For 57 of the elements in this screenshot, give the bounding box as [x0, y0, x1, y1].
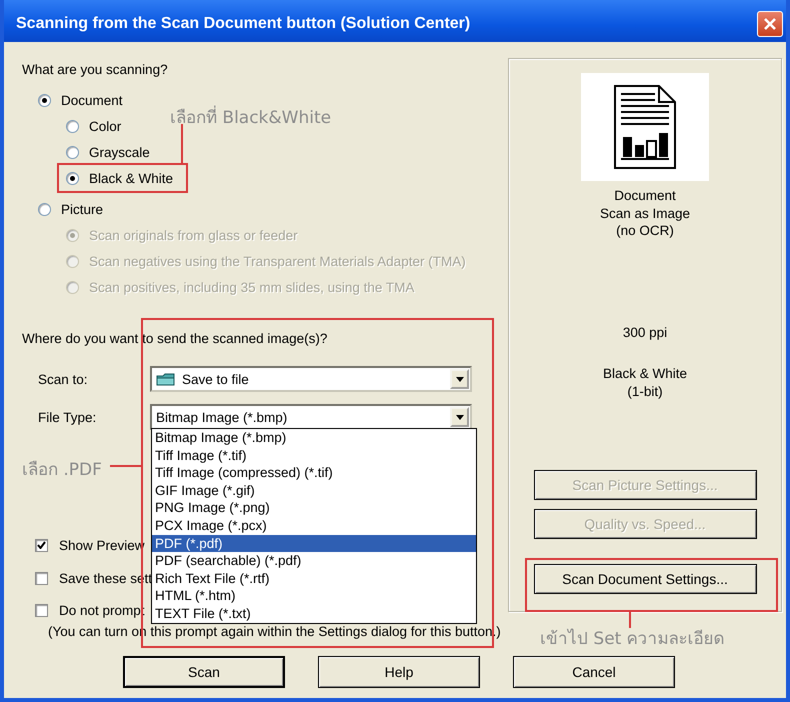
dialog-button[interactable]: Cancel [513, 656, 675, 688]
dropdown-button[interactable] [450, 407, 469, 427]
dialog-button[interactable]: Help [318, 656, 480, 688]
settings-button[interactable]: Scan Document Settings... [534, 564, 756, 594]
annotation-text: เลือกที่ Black&White [170, 103, 332, 130]
close-button[interactable] [757, 11, 783, 37]
radio-button[interactable] [66, 120, 79, 132]
dropdown-option[interactable]: TEXT File (*.txt) [152, 604, 476, 623]
leader-line [629, 612, 631, 628]
radio-button[interactable] [38, 94, 51, 106]
window-title: Scanning from the Scan Document button (Solution Center) [16, 15, 470, 33]
scan-to-dropdown[interactable]: Save to file [150, 366, 472, 392]
annotation-text: เข้าไป Set ความละเอียด [540, 628, 725, 651]
annotation-text: เลือก .PDF [22, 459, 102, 482]
radio-button[interactable] [38, 202, 51, 216]
summary-text: (no OCR) [615, 222, 675, 240]
radio-label[interactable]: Document [61, 92, 123, 108]
radio-label: Scan positives, including 35 mm slides, using the TMA [89, 280, 414, 294]
field-label: File Type: [37, 410, 98, 424]
color-mode-text: Black & White [602, 365, 688, 382]
radio-label: Scan negatives using the Transparent Materials Adapter (TMA) [89, 254, 466, 268]
checkbox[interactable] [35, 572, 48, 584]
dropdown-button[interactable] [450, 369, 469, 389]
radio-button[interactable] [66, 172, 79, 184]
radio-label[interactable]: Black & White [89, 170, 174, 186]
dropdown-option[interactable]: PNG Image (*.png) [152, 499, 476, 517]
summary-text: Scan as Image [600, 204, 690, 222]
color-mode-text: (1-bit) [626, 382, 664, 400]
dropdown-option[interactable]: PCX Image (*.pcx) [152, 516, 476, 535]
dropdown-option[interactable]: PDF (*.pdf) [152, 534, 476, 552]
radio-button[interactable] [66, 146, 79, 158]
dropdown-option[interactable]: HTML (*.htm) [152, 587, 476, 605]
caret-icon [456, 376, 464, 382]
dropdown-option[interactable]: Bitmap Image (*.bmp) [152, 429, 476, 447]
checkbox[interactable] [35, 604, 48, 616]
dialog-button[interactable]: Scan [123, 656, 285, 688]
radio-label: Scan originals from glass or feeder [89, 228, 298, 242]
dropdown-option[interactable]: Tiff Image (compressed) (*.tif) [152, 464, 476, 482]
dropdown-option[interactable]: Tiff Image (*.tif) [152, 446, 476, 464]
dropdown-option[interactable]: GIF Image (*.gif) [152, 482, 476, 500]
close-icon [763, 17, 777, 31]
section-heading: What are you scanning? [22, 62, 169, 78]
dropdown-option[interactable]: PDF (searchable) (*.pdf) [152, 552, 476, 570]
field-label: Scan to: [37, 372, 89, 386]
caret-icon [456, 414, 464, 420]
resolution-text: 300 ppi [622, 324, 668, 341]
document-icon [614, 85, 676, 169]
summary-text: Document [613, 187, 677, 204]
checkbox[interactable] [35, 538, 48, 552]
radio-label[interactable]: Picture [61, 202, 104, 216]
dropdown-option[interactable]: Rich Text File (*.rtf) [152, 570, 476, 588]
section-heading: Where do you want to send the scanned image(s)? [22, 331, 328, 347]
leader-line [110, 465, 141, 467]
folder-icon [156, 372, 176, 386]
radio-label[interactable]: Grayscale [89, 144, 150, 160]
radio-label[interactable]: Color [89, 118, 122, 134]
leader-line [181, 124, 183, 163]
